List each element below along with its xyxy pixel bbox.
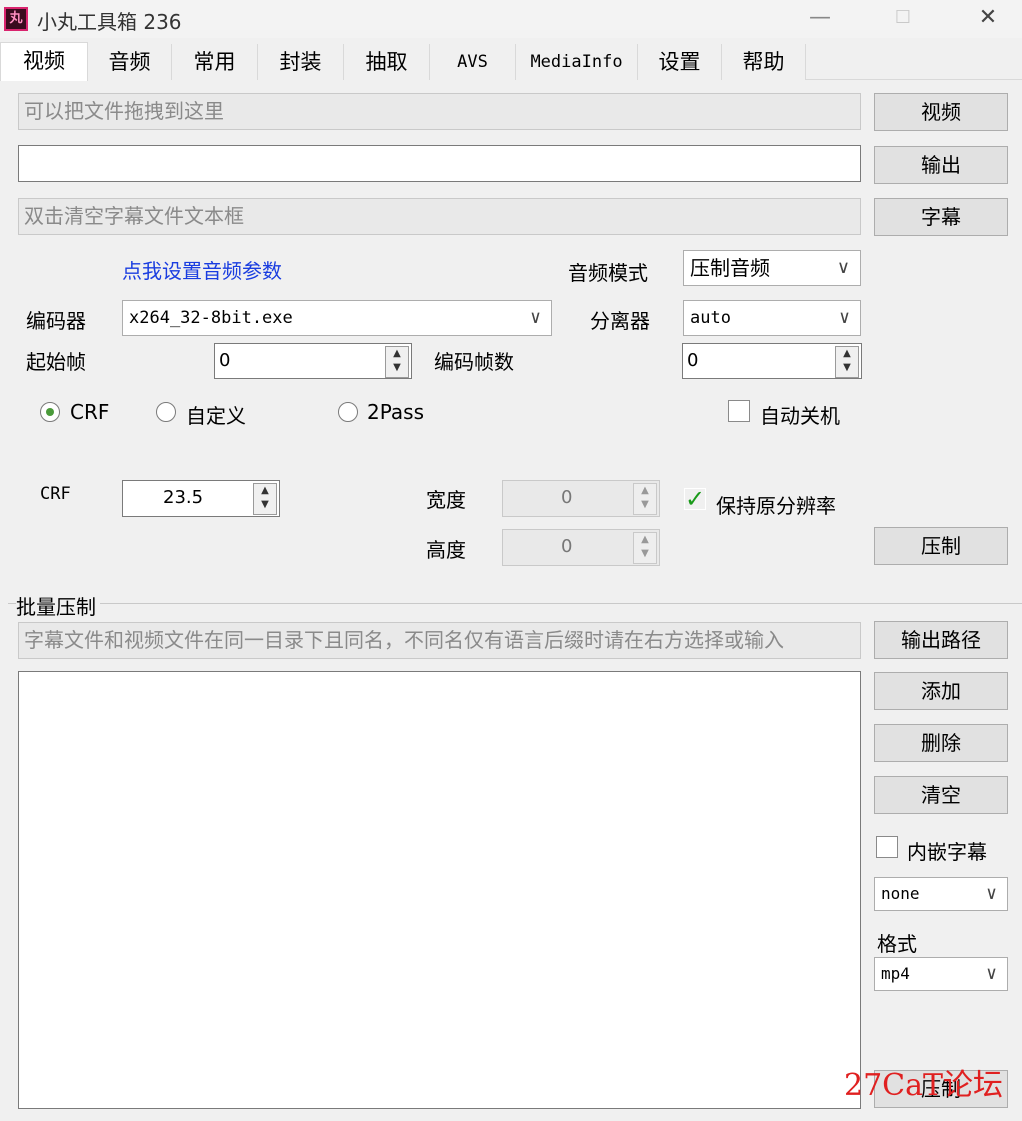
audio-mode-value: 压制音频 <box>690 256 770 280</box>
crf-radio-label: CRF <box>70 400 110 424</box>
tab-video[interactable]: 视频 <box>0 42 88 81</box>
output-path-button[interactable]: 输出路径 <box>874 621 1008 659</box>
chevron-down-icon: ∨ <box>836 257 850 278</box>
spin-arrows-icon[interactable]: ▲ ▼ <box>253 483 277 515</box>
encoder-select[interactable]: x264_32-8bit.exe ∨ <box>122 300 552 336</box>
watermark-text: 27CaT论坛 <box>844 1068 1004 1103</box>
crf-value: 23.5 <box>163 487 204 508</box>
splitter-select[interactable]: auto ∨ <box>683 300 861 336</box>
encode-button[interactable]: 压制 <box>874 527 1008 565</box>
batch-group-title: 批量压制 <box>16 591 100 620</box>
chevron-down-icon: ∨ <box>986 883 997 904</box>
batch-hint-input[interactable]: 字幕文件和视频文件在同一目录下且同名，不同名仅有语言后缀时请在右方选择或输入 <box>18 622 861 659</box>
start-frame-stepper[interactable]: 0 ▲ ▼ <box>214 343 412 379</box>
auto-shutdown-checkbox[interactable] <box>728 400 750 422</box>
encoder-label: 编码器 <box>26 309 86 333</box>
tab-avs[interactable]: AVS <box>430 44 516 80</box>
frame-count-value: 0 <box>687 350 699 371</box>
tab-mediainfo[interactable]: MediaInfo <box>516 44 638 80</box>
embed-subtitle-label: 内嵌字幕 <box>907 840 987 864</box>
frame-count-stepper[interactable]: 0 ▲ ▼ <box>682 343 862 379</box>
delete-button[interactable]: 删除 <box>874 724 1008 762</box>
subtitle-lang-select[interactable]: none ∨ <box>874 877 1008 911</box>
2pass-radio-label: 2Pass <box>367 400 424 424</box>
spin-arrows-icon[interactable]: ▲ ▼ <box>633 532 657 564</box>
maximize-button[interactable]: ☐ <box>875 0 931 38</box>
add-button[interactable]: 添加 <box>874 672 1008 710</box>
video-button[interactable]: 视频 <box>874 93 1008 131</box>
tab-help[interactable]: 帮助 <box>722 44 806 80</box>
output-input[interactable] <box>18 145 861 182</box>
tab-common[interactable]: 常用 <box>172 44 258 80</box>
2pass-radio[interactable] <box>338 402 358 422</box>
tab-audio[interactable]: 音频 <box>88 44 172 80</box>
custom-radio-label: 自定义 <box>186 404 246 428</box>
crf-label: CRF <box>40 484 71 504</box>
clear-button[interactable]: 清空 <box>874 776 1008 814</box>
splitter-label: 分离器 <box>590 309 650 333</box>
format-label: 格式 <box>877 932 917 956</box>
keep-resolution-checkbox[interactable]: ✓ <box>684 487 706 511</box>
keep-resolution-label: 保持原分辨率 <box>716 494 836 518</box>
minimize-button[interactable]: — <box>792 0 848 38</box>
encoder-value: x264_32-8bit.exe <box>129 308 293 328</box>
width-stepper[interactable]: 0 ▲ ▼ <box>502 480 660 517</box>
start-frame-value: 0 <box>219 350 231 371</box>
app-icon: 丸 <box>4 7 28 31</box>
chevron-down-icon: ∨ <box>530 307 541 328</box>
height-label: 高度 <box>426 538 466 562</box>
window-title: 小丸工具箱 236 <box>37 10 182 34</box>
crf-stepper[interactable]: 23.5 ▲ ▼ <box>122 480 280 517</box>
auto-shutdown-label: 自动关机 <box>760 404 840 428</box>
start-frame-label: 起始帧 <box>26 350 86 374</box>
tab-extract[interactable]: 抽取 <box>344 44 430 80</box>
subtitle-lang-value: none <box>881 884 920 903</box>
frame-count-label: 编码帧数 <box>434 350 514 374</box>
audio-mode-select[interactable]: 压制音频 ∨ <box>683 250 861 286</box>
spin-arrows-icon[interactable]: ▲ ▼ <box>835 346 859 378</box>
spin-arrows-icon[interactable]: ▲ ▼ <box>385 346 409 378</box>
batch-group-border <box>8 603 1022 604</box>
chevron-down-icon: ∨ <box>839 307 850 328</box>
audio-settings-link[interactable]: 点我设置音频参数 <box>122 255 282 284</box>
crf-radio[interactable] <box>40 402 60 422</box>
audio-mode-label: 音频模式 <box>568 261 648 285</box>
width-value: 0 <box>561 487 573 508</box>
custom-radio[interactable] <box>156 402 176 422</box>
spin-arrows-icon[interactable]: ▲ ▼ <box>633 483 657 515</box>
chevron-down-icon: ∨ <box>986 963 997 984</box>
format-select[interactable]: mp4 ∨ <box>874 957 1008 991</box>
tab-mux[interactable]: 封装 <box>258 44 344 80</box>
output-button[interactable]: 输出 <box>874 146 1008 184</box>
height-value: 0 <box>561 536 573 557</box>
subtitle-button[interactable]: 字幕 <box>874 198 1008 236</box>
height-stepper[interactable]: 0 ▲ ▼ <box>502 529 660 566</box>
format-value: mp4 <box>881 964 910 983</box>
close-button[interactable]: ✕ <box>960 0 1016 38</box>
subtitle-input[interactable]: 双击清空字幕文件文本框 <box>18 198 861 235</box>
video-drop-input[interactable]: 可以把文件拖拽到这里 <box>18 93 861 130</box>
batch-file-list[interactable] <box>18 671 861 1109</box>
width-label: 宽度 <box>426 488 466 512</box>
tab-settings[interactable]: 设置 <box>638 44 722 80</box>
embed-subtitle-checkbox[interactable] <box>876 836 898 858</box>
splitter-value: auto <box>690 308 731 328</box>
